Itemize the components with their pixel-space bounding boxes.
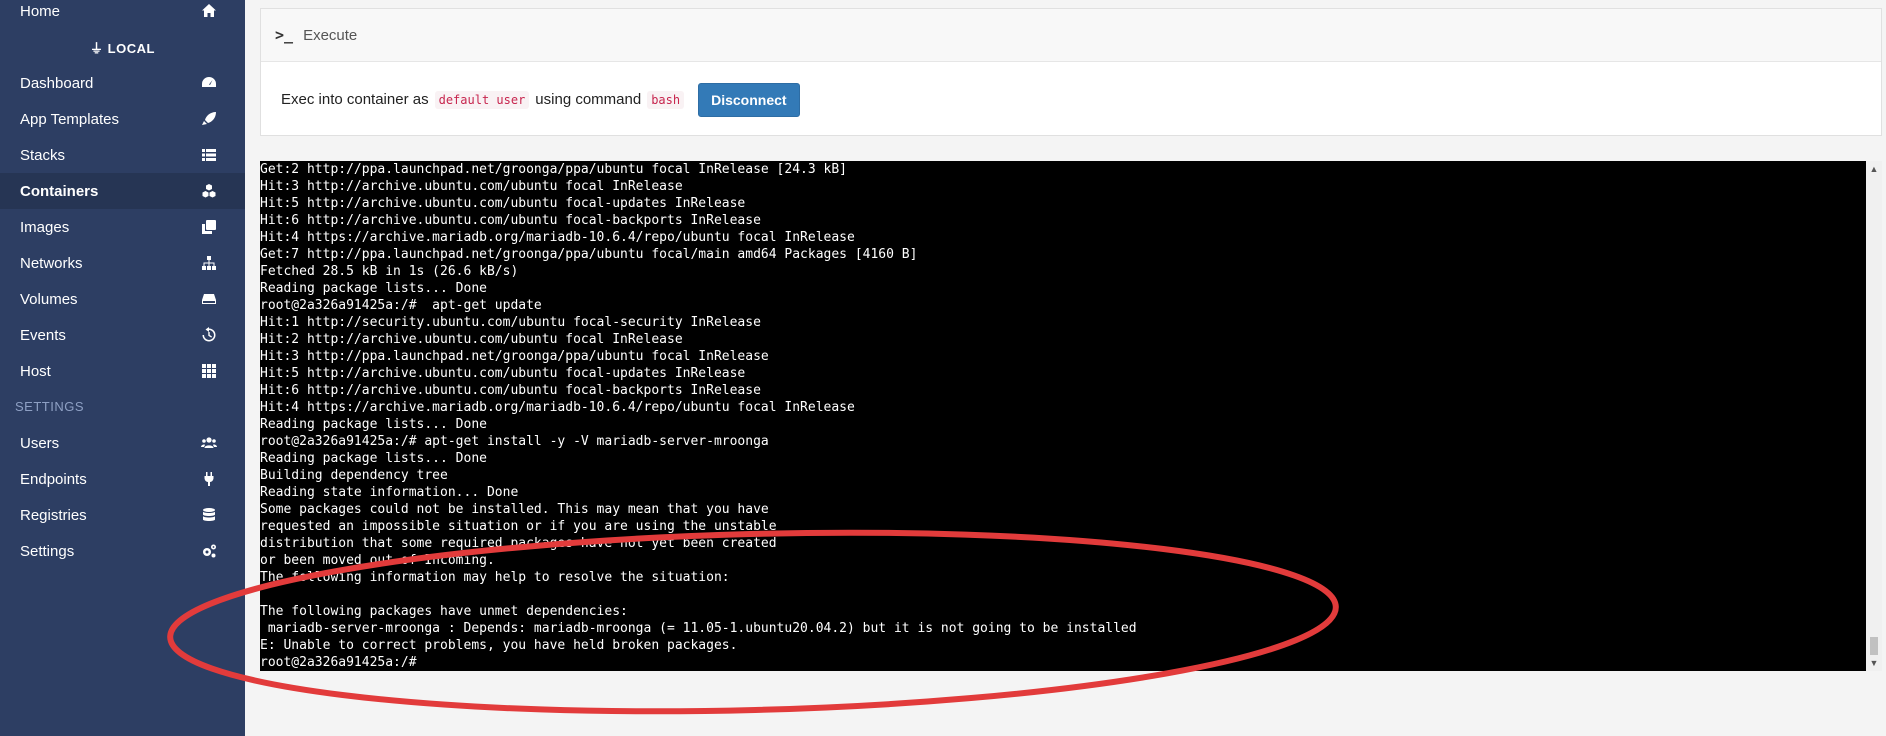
- terminal-line: Building dependency tree: [260, 468, 448, 483]
- sidebar-item-label: Settings: [20, 542, 75, 560]
- sidebar-item-events[interactable]: Events: [0, 317, 245, 353]
- sidebar-item-label: Stacks: [20, 146, 66, 164]
- terminal-line: E: Unable to correct problems, you have …: [260, 638, 738, 653]
- terminal-line: Fetched 28.5 kB in 1s (26.6 kB/s): [260, 264, 519, 279]
- terminal-line: Reading state information... Done: [260, 485, 519, 500]
- terminal-line: Hit:2 http://archive.ubuntu.com/ubuntu f…: [260, 332, 683, 347]
- scroll-down-icon[interactable]: ▼: [1866, 655, 1882, 671]
- rocket-icon: [201, 111, 217, 127]
- users-icon: [201, 435, 217, 451]
- sidebar-item-label: App Templates: [20, 110, 119, 128]
- sidebar-item-settings[interactable]: Settings: [0, 533, 245, 569]
- sidebar-item-registries[interactable]: Registries: [0, 497, 245, 533]
- terminal-output[interactable]: Get:2 http://ppa.launchpad.net/groonga/p…: [260, 161, 1866, 671]
- terminal-icon: >_: [275, 26, 294, 44]
- sidebar-item-label: Registries: [20, 506, 87, 524]
- sidebar-item-dashboard[interactable]: Dashboard: [0, 65, 245, 101]
- settings-section-title: SETTINGS: [15, 399, 85, 414]
- list-icon: [201, 147, 217, 163]
- terminal-line: Get:7 http://ppa.launchpad.net/groonga/p…: [260, 247, 918, 262]
- sidebar-item-stacks[interactable]: Stacks: [0, 137, 245, 173]
- th-icon: [201, 363, 217, 379]
- terminal-line: Hit:4 https://archive.mariadb.org/mariad…: [260, 230, 855, 245]
- hdd-icon: [201, 291, 217, 307]
- terminal-line: Hit:6 http://archive.ubuntu.com/ubuntu f…: [260, 213, 761, 228]
- scroll-thumb[interactable]: [1870, 637, 1878, 655]
- terminal-line: Hit:6 http://archive.ubuntu.com/ubuntu f…: [260, 383, 761, 398]
- sidebar-item-label: Endpoints: [20, 470, 87, 488]
- terminal-line: The following information may help to re…: [260, 570, 730, 585]
- sidebar-item-app-templates[interactable]: App Templates: [0, 101, 245, 137]
- terminal-line: Some packages could not be installed. Th…: [260, 502, 769, 517]
- sidebar-item-containers[interactable]: Containers: [0, 173, 245, 209]
- terminal-line: root@2a326a91425a:/#: [260, 655, 425, 670]
- sidebar-item-volumes[interactable]: Volumes: [0, 281, 245, 317]
- execute-panel: >_ Execute Exec into container as defaul…: [260, 8, 1882, 136]
- exec-text-before: Exec into container as: [281, 91, 429, 108]
- panel-body: Exec into container as default user usin…: [261, 62, 1881, 137]
- sidebar-item-label: Containers: [20, 182, 99, 200]
- exec-command-code: bash: [647, 90, 685, 109]
- database-icon: [201, 507, 217, 523]
- sidebar-item-label: Images: [20, 218, 70, 236]
- plug-icon: [201, 471, 217, 487]
- terminal-line: Reading package lists... Done: [260, 417, 487, 432]
- sitemap-icon: [201, 255, 217, 271]
- sidebar-item-label: Volumes: [20, 290, 78, 308]
- environment-label: ⏚ LOCAL: [90, 41, 155, 56]
- scroll-up-icon[interactable]: ▲: [1866, 161, 1882, 177]
- terminal-line: Get:2 http://ppa.launchpad.net/groonga/p…: [260, 162, 847, 177]
- sidebar-item-label: Host: [20, 362, 51, 380]
- sidebar-item-host[interactable]: Host: [0, 353, 245, 389]
- sidebar-item-label: Events: [20, 326, 66, 344]
- sidebar-item-label: Users: [20, 434, 60, 452]
- terminal-line: Reading package lists... Done: [260, 451, 487, 466]
- terminal-line: distribution that some required packages…: [260, 536, 777, 551]
- terminal-line: Hit:3 http://archive.ubuntu.com/ubuntu f…: [260, 179, 683, 194]
- sidebar-item-users[interactable]: Users: [0, 425, 245, 461]
- cogs-icon: [201, 543, 217, 559]
- disconnect-button[interactable]: Disconnect: [698, 82, 800, 117]
- history-icon: [201, 327, 217, 343]
- sidebar: Home ⏚ LOCAL Dashboard App Templates Sta…: [0, 0, 245, 736]
- terminal-line: root@2a326a91425a:/# apt-get update: [260, 298, 542, 313]
- terminal-line: Hit:5 http://archive.ubuntu.com/ubuntu f…: [260, 196, 746, 211]
- panel-header: >_ Execute: [261, 9, 1881, 62]
- sidebar-item-label: Home: [20, 2, 61, 20]
- terminal-line: Hit:1 http://security.ubuntu.com/ubuntu …: [260, 315, 761, 330]
- terminal-line: mariadb-server-mroonga : Depends: mariad…: [260, 621, 1137, 636]
- terminal-line: or been moved out of Incoming.: [260, 553, 495, 568]
- dashboard-icon: [201, 75, 217, 91]
- exec-user-code: default user: [434, 90, 530, 109]
- terminal-line: root@2a326a91425a:/# apt-get install -y …: [260, 434, 769, 449]
- terminal-line: Reading package lists... Done: [260, 281, 487, 296]
- sidebar-item-label: Dashboard: [20, 74, 94, 92]
- exec-text-middle: using command: [535, 91, 642, 108]
- sidebar-item-label: Networks: [20, 254, 83, 272]
- terminal-line: requested an impossible situation or if …: [260, 519, 777, 534]
- clone-icon: [201, 219, 217, 235]
- sidebar-item-networks[interactable]: Networks: [0, 245, 245, 281]
- sidebar-item-images[interactable]: Images: [0, 209, 245, 245]
- sidebar-item-home[interactable]: Home: [0, 0, 245, 29]
- terminal-line: Hit:5 http://archive.ubuntu.com/ubuntu f…: [260, 366, 746, 381]
- terminal-scrollbar[interactable]: ▲ ▼: [1866, 161, 1882, 671]
- sidebar-item-endpoints[interactable]: Endpoints: [0, 461, 245, 497]
- home-icon: [201, 3, 217, 19]
- terminal-line: Hit:3 http://ppa.launchpad.net/groonga/p…: [260, 349, 769, 364]
- cubes-icon: [201, 183, 217, 199]
- terminal-line: The following packages have unmet depend…: [260, 604, 628, 619]
- plug-icon: ⏚: [90, 41, 108, 56]
- terminal-line: Hit:4 https://archive.mariadb.org/mariad…: [260, 400, 855, 415]
- panel-title: Execute: [303, 26, 358, 44]
